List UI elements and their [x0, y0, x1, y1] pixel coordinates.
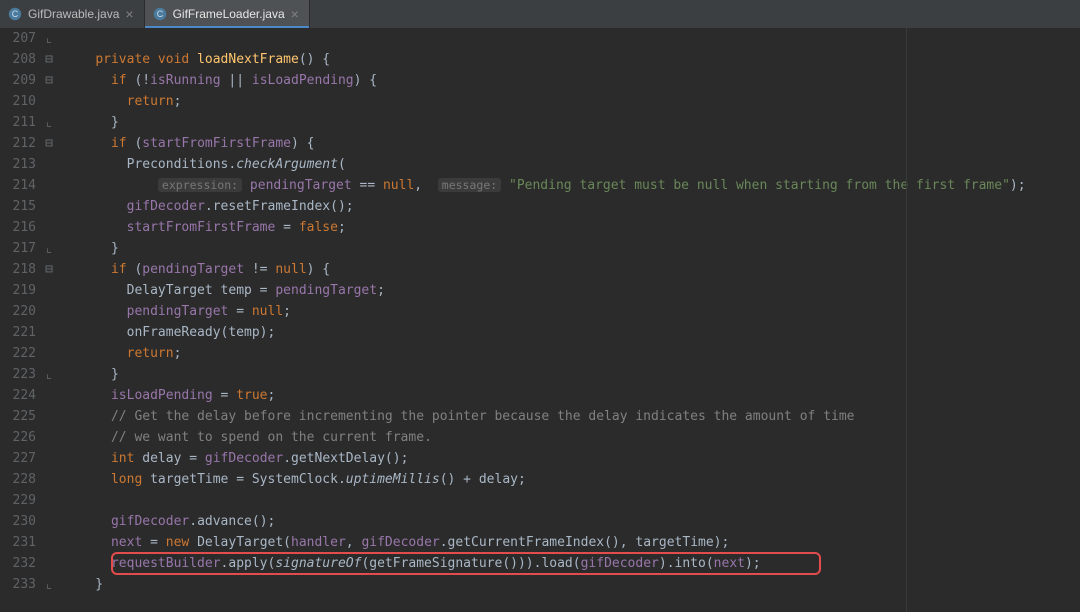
close-icon[interactable]: ×: [291, 7, 299, 21]
java-class-icon: C: [153, 7, 167, 21]
close-icon[interactable]: ×: [125, 7, 133, 21]
editor-tabs: C GifDrawable.java × C GifFrameLoader.ja…: [0, 0, 1080, 28]
tab-label: GifFrameLoader.java: [173, 7, 285, 21]
right-margin-guide: [906, 28, 907, 612]
code-editor[interactable]: 207 208 209 210 211 212 213 214 215 216 …: [0, 28, 1080, 612]
fold-gutter: ⌞ ⊟ ⊟ ⌞ ⊟ ⌞ ⊟ ⌞ ⌞: [44, 28, 58, 612]
code-area[interactable]: private void loadNextFrame() { if (!isRu…: [58, 28, 1080, 612]
tab-gifdrawable[interactable]: C GifDrawable.java ×: [0, 0, 145, 28]
java-class-icon: C: [8, 7, 22, 21]
svg-text:C: C: [12, 9, 19, 19]
line-number-gutter: 207 208 209 210 211 212 213 214 215 216 …: [0, 28, 44, 612]
tab-gifframeloader[interactable]: C GifFrameLoader.java ×: [145, 0, 310, 28]
svg-text:C: C: [156, 9, 163, 19]
tab-label: GifDrawable.java: [28, 7, 119, 21]
